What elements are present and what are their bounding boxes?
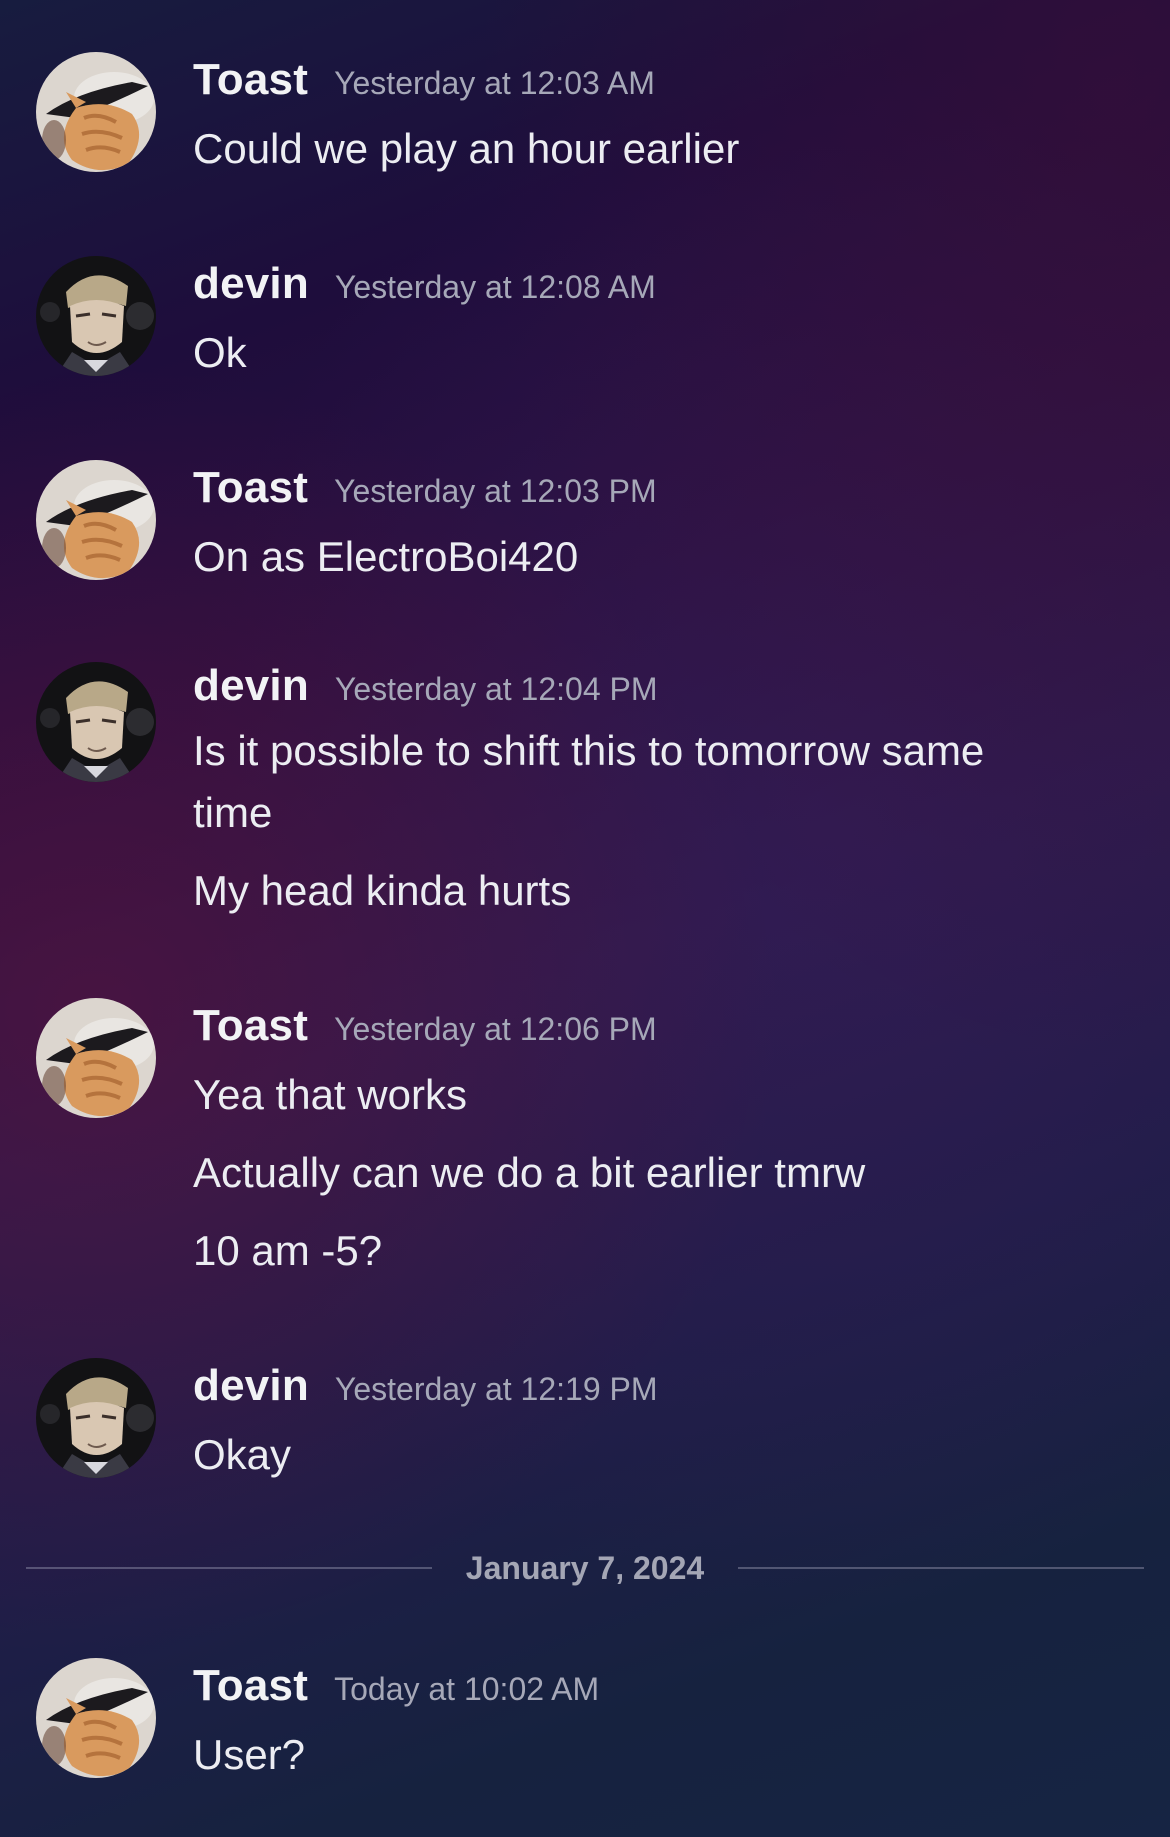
message-header: Toast Yesterday at 12:06 PM — [193, 998, 657, 1054]
author-name[interactable]: Toast — [193, 460, 308, 516]
author-name[interactable]: Toast — [193, 1658, 308, 1714]
message-header: Toast Today at 10:02 AM — [193, 1658, 599, 1714]
message-text: Okay — [193, 1431, 292, 1478]
cat-avatar-icon[interactable] — [36, 998, 156, 1118]
message-text: Could we play an hour earlier — [193, 125, 740, 172]
cat-avatar-icon[interactable] — [36, 52, 156, 172]
message-text: Actually can we do a bit earlier tmrw — [193, 1149, 866, 1196]
author-name[interactable]: Toast — [193, 998, 308, 1054]
author-name[interactable]: devin — [193, 658, 309, 714]
anime-man-avatar-icon[interactable] — [36, 256, 156, 376]
message-text: User? — [193, 1731, 306, 1778]
author-name[interactable]: Toast — [193, 52, 308, 108]
date-divider: January 7, 2024 — [26, 1548, 1144, 1588]
message-timestamp: Yesterday at 12:03 AM — [334, 65, 655, 101]
cat-avatar-icon[interactable] — [36, 460, 156, 580]
message-text: Yea that works — [193, 1071, 467, 1118]
message-text: Ok — [193, 329, 247, 376]
message-text: On as ElectroBoi420 — [193, 533, 579, 580]
message-timestamp: Yesterday at 12:04 PM — [334, 671, 658, 707]
message-timestamp: Yesterday at 12:06 PM — [334, 1011, 657, 1047]
author-name[interactable]: devin — [193, 256, 309, 312]
message-text: My head kinda hurts — [193, 867, 572, 914]
message-timestamp: Yesterday at 12:03 PM — [334, 473, 657, 509]
message-header: devin Yesterday at 12:08 AM — [193, 256, 656, 312]
author-name[interactable]: devin — [193, 1358, 309, 1414]
cat-avatar-icon[interactable] — [36, 1658, 156, 1778]
message-text: time — [193, 789, 273, 836]
message-header: devin Yesterday at 12:19 PM — [193, 1358, 658, 1414]
divider-line — [738, 1567, 1144, 1569]
divider-line — [26, 1567, 432, 1569]
message-header: devin Yesterday at 12:04 PM — [193, 658, 658, 714]
message-timestamp: Yesterday at 12:08 AM — [334, 269, 656, 305]
message-timestamp: Today at 10:02 AM — [334, 1671, 600, 1707]
anime-man-avatar-icon[interactable] — [36, 1358, 156, 1478]
message-header: Toast Yesterday at 12:03 PM — [193, 460, 657, 516]
message-header: Toast Yesterday at 12:03 AM — [193, 52, 655, 108]
message-text: 10 am -5? — [193, 1227, 383, 1274]
date-divider-label: January 7, 2024 — [465, 1550, 705, 1586]
message-text: Is it possible to shift this to tomorrow… — [193, 727, 985, 774]
anime-man-avatar-icon[interactable] — [36, 662, 156, 782]
message-timestamp: Yesterday at 12:19 PM — [334, 1371, 658, 1407]
message-list[interactable]: Toast Yesterday at 12:03 AM Could we pla… — [0, 0, 1170, 1837]
